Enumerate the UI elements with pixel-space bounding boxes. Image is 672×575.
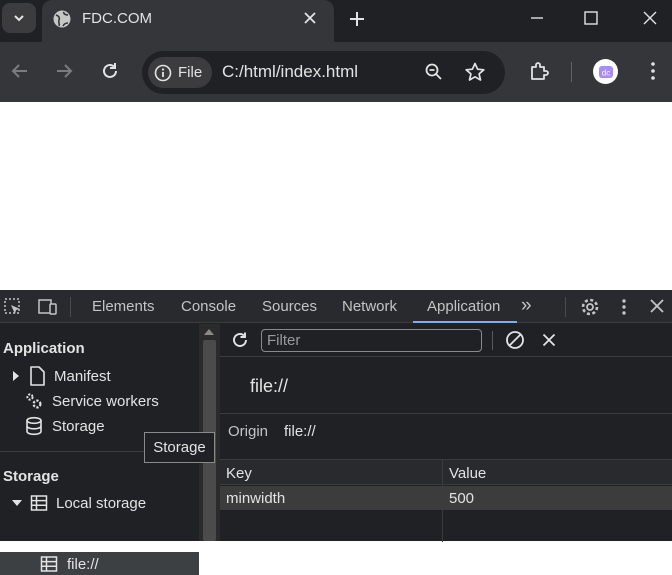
expand-arrow-icon[interactable] [12, 371, 20, 381]
inspect-element-icon[interactable] [3, 297, 23, 317]
clear-all-block-icon[interactable] [505, 330, 525, 350]
sidebar-item-manifest[interactable]: Manifest [12, 366, 111, 386]
sidebar-item-service-workers[interactable]: Service workers [24, 391, 159, 411]
info-icon [154, 64, 172, 82]
column-header-key[interactable]: Key [220, 460, 442, 485]
scroll-up-arrow[interactable] [204, 329, 214, 335]
toolbar-divider [571, 62, 572, 82]
sidebar-item-label: Manifest [54, 367, 111, 385]
sidebar-item-label: Storage [52, 417, 105, 435]
url-text[interactable]: C:/html/index.html [222, 62, 358, 82]
storage-table: Key Value minwidth 500 [220, 459, 672, 542]
tab-bar-divider [565, 297, 566, 317]
storage-main-pane: file:// Origin file:// Key Value minwidt… [220, 324, 672, 542]
devtools-close-icon[interactable] [648, 297, 666, 315]
web-page-viewport [0, 102, 672, 290]
chevron-down-icon [12, 11, 26, 25]
delete-selected-x-icon[interactable] [541, 332, 557, 348]
device-toolbar-icon[interactable] [37, 297, 59, 317]
tab-search-button[interactable] [2, 3, 36, 33]
tab-application[interactable]: Application [427, 298, 500, 315]
tab-sources[interactable]: Sources [262, 298, 317, 315]
collapse-arrow-icon[interactable] [12, 499, 22, 507]
forward-arrow-icon[interactable] [53, 60, 75, 82]
sidebar-item-label: file:// [67, 556, 99, 573]
maximize-icon[interactable] [581, 8, 601, 28]
window-close-icon[interactable] [640, 8, 660, 28]
column-header-value[interactable]: Value [443, 460, 672, 485]
table-grid-icon [30, 494, 48, 512]
tab-bar-divider [70, 297, 71, 317]
database-icon [24, 416, 44, 436]
minimize-icon[interactable] [527, 8, 547, 28]
tab-elements[interactable]: Elements [92, 298, 155, 315]
sidebar-item-label: Local storage [56, 494, 147, 512]
origin-label: Origin [228, 423, 269, 440]
column-divider [442, 460, 443, 542]
table-cell-key[interactable]: minwidth [220, 486, 442, 510]
zoom-icon[interactable] [424, 62, 444, 82]
application-section-heading: Application [3, 340, 85, 357]
more-tabs-button[interactable]: » [521, 295, 532, 317]
tab-network[interactable]: Network [342, 298, 397, 315]
extensions-puzzle-icon[interactable] [528, 60, 550, 82]
new-tab-icon[interactable] [346, 8, 368, 30]
back-arrow-icon[interactable] [9, 60, 31, 82]
devtools-more-vert-icon[interactable] [617, 297, 631, 317]
site-info-chip[interactable]: File [148, 57, 212, 88]
sidebar-item-local-storage-file[interactable]: file:// [0, 552, 199, 575]
sidebar-item-storage[interactable]: Storage [24, 416, 105, 436]
sidebar-item-local-storage[interactable]: Local storage [12, 494, 146, 512]
filter-input[interactable] [261, 329, 482, 352]
globe-icon [52, 9, 72, 29]
tab-strip: FDC.COM [0, 0, 672, 42]
active-tab-indicator [413, 321, 517, 323]
browser-tab[interactable]: FDC.COM [42, 0, 334, 42]
filter-toolbar [220, 324, 672, 357]
gears-icon [24, 391, 44, 411]
site-info-label: File [178, 64, 203, 81]
settings-gear-icon[interactable] [579, 296, 601, 318]
sidebar-item-label: Service workers [52, 392, 159, 410]
storage-section-heading: Storage [3, 468, 59, 485]
document-icon [28, 366, 46, 386]
table-cell-value[interactable]: 500 [443, 486, 672, 510]
devtools-tab-bar: Elements Console Sources Network Applica… [0, 290, 672, 323]
reload-icon[interactable] [99, 60, 121, 82]
tab-title: FDC.COM [82, 10, 152, 27]
more-vert-icon[interactable] [644, 60, 662, 82]
bookmark-star-icon[interactable] [464, 61, 486, 83]
table-grid-icon [40, 555, 58, 573]
filter-divider [492, 331, 493, 350]
tab-console[interactable]: Console [181, 298, 236, 315]
profile-avatar[interactable]: dc [593, 59, 618, 84]
browser-toolbar: File C:/html/index.html dc [0, 42, 672, 102]
origin-divider [220, 413, 672, 414]
origin-title: file:// [250, 376, 289, 396]
address-bar[interactable]: File C:/html/index.html [142, 51, 505, 94]
origin-value: file:// [284, 423, 316, 440]
close-icon[interactable] [302, 10, 318, 26]
avatar-text: dc [601, 68, 609, 77]
storage-tooltip: Storage [144, 432, 215, 463]
refresh-icon[interactable] [230, 330, 250, 350]
devtools-panel: Elements Console Sources Network Applica… [0, 290, 672, 575]
